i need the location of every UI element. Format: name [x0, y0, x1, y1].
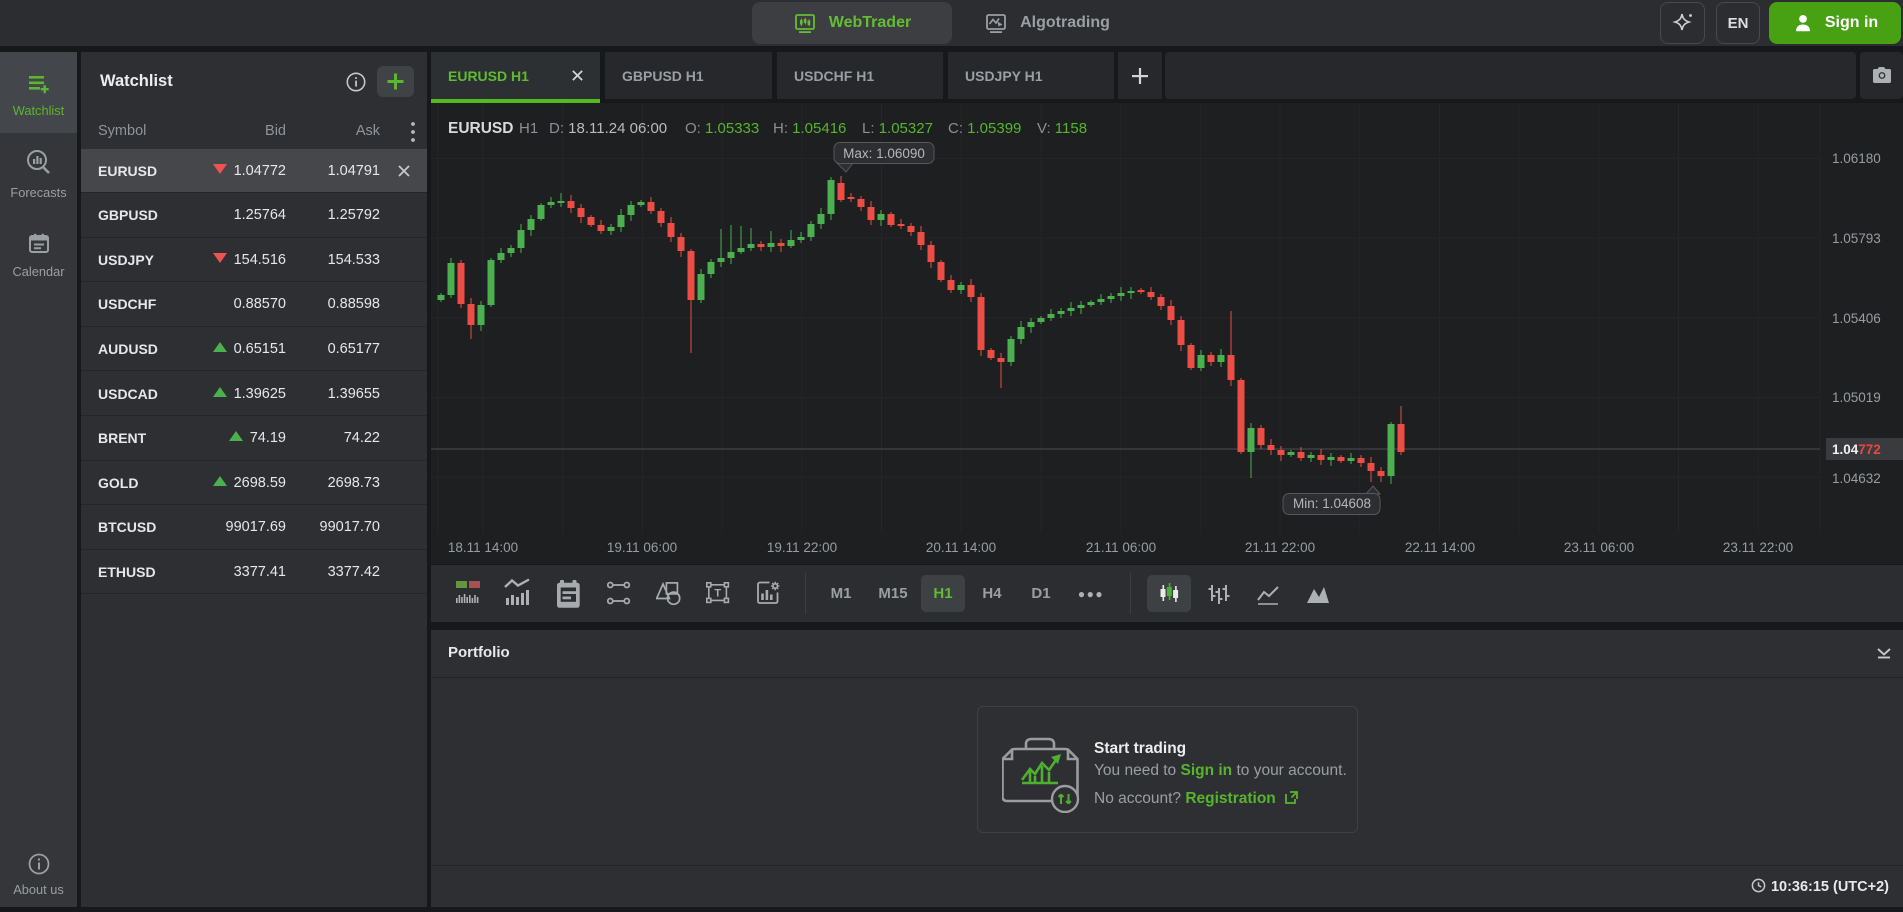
svg-text:D: 18.11.24 06:00: D: 18.11.24 06:00 — [549, 120, 667, 137]
svg-text:22.11 14:00: 22.11 14:00 — [1405, 540, 1475, 555]
svg-text:V: 1158: V: 1158 — [1037, 120, 1087, 137]
svg-text:1.04772: 1.04772 — [1832, 442, 1881, 457]
svg-text:1.05406: 1.05406 — [1832, 311, 1881, 326]
svg-text:H: 1.05416: H: 1.05416 — [773, 120, 846, 137]
svg-text:21.11 22:00: 21.11 22:00 — [1245, 540, 1315, 555]
svg-text:EURUSD: EURUSD — [448, 120, 513, 137]
svg-text:Max: 1.06090: Max: 1.06090 — [843, 146, 925, 161]
svg-text:19.11 06:00: 19.11 06:00 — [607, 540, 677, 555]
svg-text:H1: H1 — [519, 120, 538, 137]
svg-text:Min: 1.04608: Min: 1.04608 — [1293, 496, 1371, 511]
svg-text:18.11 14:00: 18.11 14:00 — [448, 540, 518, 555]
svg-text:20.11 14:00: 20.11 14:00 — [926, 540, 996, 555]
svg-text:T: T — [714, 588, 721, 600]
svg-text:1.05793: 1.05793 — [1832, 231, 1881, 246]
svg-text:1.06180: 1.06180 — [1832, 151, 1881, 166]
svg-text:C: 1.05399: C: 1.05399 — [948, 120, 1021, 137]
svg-text:23.11 22:00: 23.11 22:00 — [1723, 540, 1793, 555]
svg-text:L: 1.05327: L: 1.05327 — [862, 120, 933, 137]
svg-text:O: 1.05333: O: 1.05333 — [685, 120, 759, 137]
svg-text:1.05019: 1.05019 — [1832, 390, 1881, 405]
svg-text:21.11 06:00: 21.11 06:00 — [1086, 540, 1156, 555]
svg-text:19.11 22:00: 19.11 22:00 — [767, 540, 837, 555]
svg-text:23.11 06:00: 23.11 06:00 — [1564, 540, 1634, 555]
svg-text:1.04632: 1.04632 — [1832, 471, 1881, 486]
